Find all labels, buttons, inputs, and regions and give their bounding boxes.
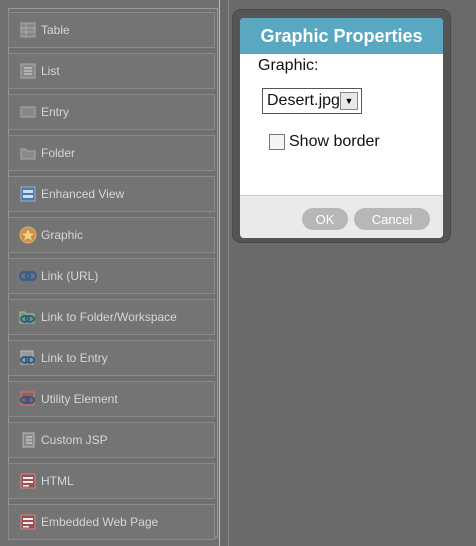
show-border-checkbox[interactable] [269, 134, 285, 150]
palette-item-folder[interactable]: Folder [8, 135, 215, 171]
folder-icon [19, 144, 37, 162]
palette-item-link-url[interactable]: Link (URL) [8, 258, 215, 294]
dialog-title: Graphic Properties [240, 18, 443, 54]
link-entry-icon [19, 349, 37, 367]
palette-item-graphic[interactable]: Graphic [8, 217, 215, 253]
palette-item-link-folder[interactable]: Link to Folder/Workspace [8, 299, 215, 335]
palette-item-label: Enhanced View [41, 187, 125, 201]
palette-item-label: Link to Entry [41, 351, 108, 365]
palette-item-enhanced-view[interactable]: Enhanced View [8, 176, 215, 212]
element-palette: Table List Entry Folder Enhanced View Gr… [0, 0, 220, 546]
ok-button[interactable]: OK [302, 208, 348, 230]
cancel-button[interactable]: Cancel [354, 208, 430, 230]
palette-item-utility[interactable]: Utility Element [8, 381, 215, 417]
show-border-label[interactable]: Show border [289, 133, 380, 151]
graphic-field-label: Graphic: [258, 57, 319, 74]
graphic-select[interactable]: Desert.jpg ▼ [262, 88, 362, 114]
utility-icon [19, 390, 37, 408]
graphic-select-value: Desert.jpg [267, 92, 340, 109]
palette-item-table[interactable]: Table [8, 12, 215, 48]
enhanced-view-icon [19, 185, 37, 203]
palette-item-label: Link (URL) [41, 269, 99, 283]
html-icon [19, 472, 37, 490]
palette-item-label: HTML [41, 474, 74, 488]
palette-item-label: Custom JSP [41, 433, 108, 447]
show-border-row[interactable]: Show border [269, 133, 380, 151]
link-icon [19, 267, 37, 285]
graphic-icon [19, 226, 37, 244]
palette-item-label: Entry [41, 105, 70, 119]
palette-item-entry[interactable]: Entry [8, 94, 215, 130]
entry-icon [19, 103, 37, 121]
palette-item-list[interactable]: List [8, 53, 215, 89]
panel-divider [228, 0, 229, 546]
palette-item-label: Table [41, 23, 70, 37]
palette-item-embedded-page[interactable]: Embedded Web Page [8, 504, 215, 540]
palette-item-label: Folder [41, 146, 76, 160]
table-icon [19, 21, 37, 39]
dialog-button-bar: OK Cancel [240, 195, 443, 238]
list-icon [19, 62, 37, 80]
custom-jsp-icon [19, 431, 37, 449]
link-folder-icon [19, 308, 37, 326]
palette-item-link-entry[interactable]: Link to Entry [8, 340, 215, 376]
embedded-page-icon [19, 513, 37, 531]
graphic-properties-dialog: Graphic Properties Graphic: Desert.jpg ▼… [240, 18, 443, 238]
palette-item-html[interactable]: HTML [8, 463, 215, 499]
palette-item-label: Link to Folder/Workspace [41, 310, 177, 324]
palette-item-label: Graphic [41, 228, 84, 242]
palette-item-label: List [41, 64, 60, 78]
palette-item-label: Utility Element [41, 392, 118, 406]
chevron-down-icon[interactable]: ▼ [340, 92, 358, 110]
palette-item-label: Embedded Web Page [41, 515, 159, 529]
palette-item-custom-jsp[interactable]: Custom JSP [8, 422, 215, 458]
